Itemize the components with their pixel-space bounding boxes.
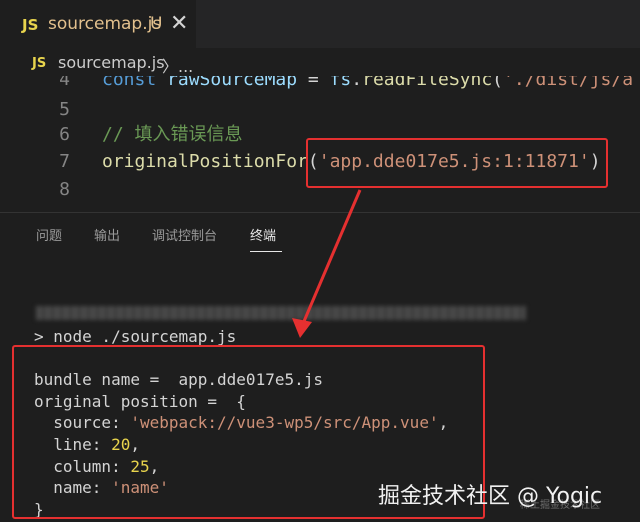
active-tab-indicator bbox=[250, 251, 282, 252]
line-number: 7 bbox=[59, 151, 70, 172]
tab-debug-console[interactable]: 调试控制台 bbox=[152, 225, 217, 244]
breadcrumb-more[interactable]: 〉... bbox=[162, 53, 193, 77]
code-comment: // 填入错误信息 bbox=[102, 124, 243, 145]
close-icon[interactable]: ✕ bbox=[170, 11, 188, 36]
panel-tab-bar: 问题 输出 调试控制台 终端 bbox=[0, 212, 640, 257]
breadcrumb: JS sourcemap.js 〉... bbox=[0, 48, 640, 76]
tab-output[interactable]: 输出 bbox=[94, 225, 120, 244]
breadcrumb-file[interactable]: sourcemap.js bbox=[58, 53, 165, 72]
highlight-box-code bbox=[306, 138, 608, 188]
blurred-path bbox=[36, 306, 526, 320]
tab-bar: JS sourcemap.js U ✕ bbox=[0, 0, 640, 48]
code-editor[interactable]: 4 const rawSourceMap = fs.readFileSync('… bbox=[0, 60, 640, 212]
js-file-icon: JS bbox=[32, 56, 47, 71]
tab-label: sourcemap.js bbox=[48, 14, 162, 34]
line-number: 6 bbox=[59, 124, 70, 145]
tab-sourcemap[interactable]: JS sourcemap.js U ✕ bbox=[0, 0, 196, 48]
tab-terminal[interactable]: 终端 bbox=[250, 225, 276, 244]
line-number: 8 bbox=[59, 179, 70, 200]
tab-problems[interactable]: 问题 bbox=[36, 225, 62, 244]
untracked-badge: U bbox=[150, 14, 163, 34]
watermark: 掘金技术社区 @ Yogic bbox=[378, 484, 603, 509]
js-file-icon: JS bbox=[22, 16, 39, 34]
